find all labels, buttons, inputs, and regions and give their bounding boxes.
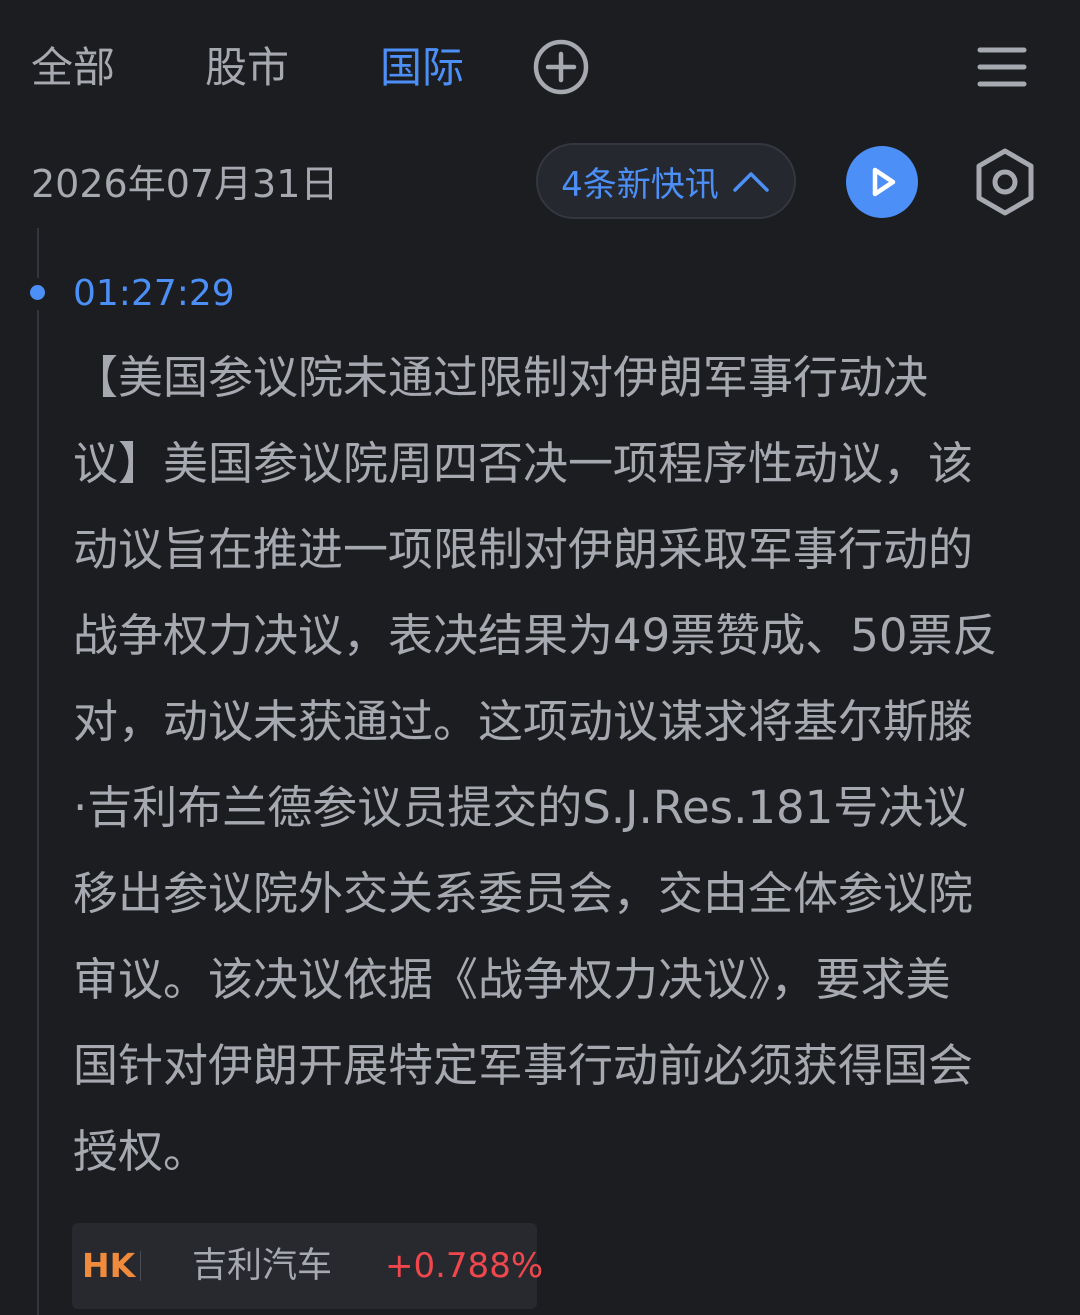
- play-icon: [872, 167, 896, 197]
- stock-name: 吉利汽车: [192, 1246, 333, 1286]
- hamburger-menu-icon[interactable]: [977, 45, 1027, 89]
- tab-international[interactable]: 国际: [380, 42, 464, 94]
- news-line: 移出参议院外交关系委员会，交由全体参议院: [73, 867, 974, 920]
- play-audio-button[interactable]: [846, 146, 918, 218]
- timeline-dot: [30, 285, 45, 300]
- news-line: 国针对伊朗开展特定军事行动前必须获得国会: [73, 1039, 974, 1092]
- card-divider: [140, 1251, 141, 1281]
- timeline-line: [37, 310, 39, 1315]
- news-line: 动议旨在推进一项限制对伊朗采取军事行动的: [73, 523, 974, 576]
- news-line: 【美国参议院未通过限制对伊朗军事行动决: [73, 351, 929, 404]
- news-line: ·吉利布兰德参议员提交的S.J.Res.181号决议: [73, 781, 969, 834]
- feed-date: 2026年07月31日: [31, 162, 339, 206]
- news-body[interactable]: 【美国参议院未通过限制对伊朗军事行动决 议】美国参议院周四否决一项程序性动议，该…: [73, 335, 1048, 1195]
- hexagon-settings-icon[interactable]: [972, 146, 1038, 218]
- news-time: 01:27:29: [73, 273, 235, 314]
- news-line: 授权。: [73, 1125, 209, 1178]
- tab-stock-market[interactable]: 股市: [205, 42, 289, 94]
- new-items-button[interactable]: 4条新快讯: [536, 143, 796, 219]
- tab-all[interactable]: 全部: [31, 42, 115, 94]
- new-items-label: 4条新快讯: [561, 164, 719, 205]
- news-line: 议】美国参议院周四否决一项程序性动议，该: [73, 437, 974, 490]
- chevron-up-icon: [733, 172, 769, 192]
- news-feed-screen: 全部 股市 国际 2026年07月31日 4条新快讯 01:27:29 【美国参…: [0, 0, 1080, 1315]
- news-line: 对，动议未获通过。这项动议谋求将基尔斯滕: [73, 695, 974, 748]
- related-stock-card[interactable]: HK 吉利汽车 +0.788%: [72, 1223, 543, 1309]
- plus-circle-icon[interactable]: [532, 38, 590, 96]
- news-line: 战争权力决议，表决结果为49票赞成、50票反: [73, 609, 998, 662]
- stock-change: +0.788%: [385, 1246, 544, 1286]
- news-line: 审议。该决议依据《战争权力决议》，要求美: [73, 953, 951, 1006]
- market-badge: HK: [82, 1246, 136, 1285]
- timeline-line: [37, 228, 39, 278]
